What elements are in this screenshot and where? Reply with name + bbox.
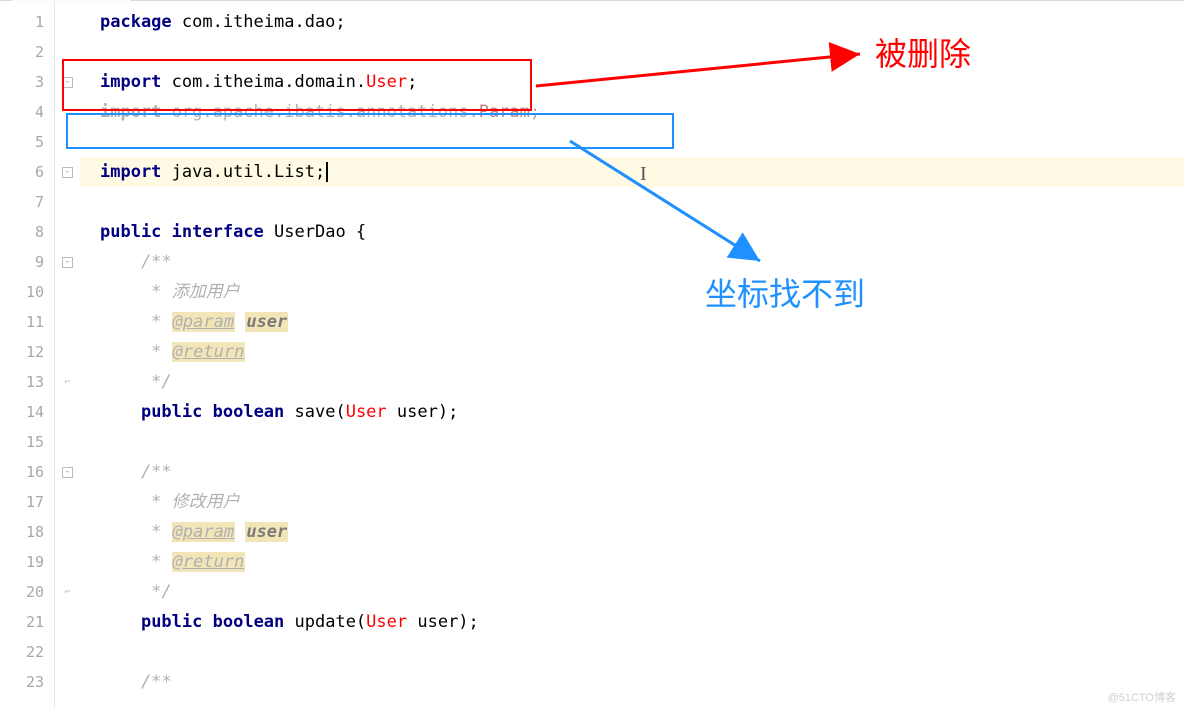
code-line: public interface UserDao { [80, 217, 1184, 247]
code-line: */ [80, 367, 1184, 397]
code-line [80, 127, 1184, 157]
code-line: * @return [80, 337, 1184, 367]
code-line: * @param user [80, 307, 1184, 337]
fold-toggle-icon[interactable]: - [62, 77, 73, 88]
code-line: /** [80, 667, 1184, 697]
fold-gutter: - - - ⌐ - ⌐ [55, 1, 80, 709]
code-line: /** [80, 457, 1184, 487]
code-line: import com.itheima.domain.User; [80, 67, 1184, 97]
annotation-text-deleted: 被删除 [875, 29, 971, 75]
code-area[interactable]: package com.itheima.dao; import com.ithe… [80, 1, 1184, 709]
code-line: public boolean save(User user); [80, 397, 1184, 427]
annotation-text-notfound: 坐标找不到 [705, 269, 865, 315]
code-line [80, 187, 1184, 217]
code-line-current: import java.util.List; [80, 157, 1184, 187]
code-line [80, 637, 1184, 667]
line-number-gutter: 123 456 789 101112 131415 161718 192021 … [0, 1, 55, 709]
code-line: * 添加用户 [80, 277, 1184, 307]
code-line: */ [80, 577, 1184, 607]
fold-toggle-icon[interactable]: - [62, 467, 73, 478]
code-line: import org.apache.ibatis.annotations.Par… [80, 97, 1184, 127]
text-cursor [326, 162, 328, 182]
fold-toggle-icon[interactable]: - [62, 257, 73, 268]
code-editor[interactable]: 123 456 789 101112 131415 161718 192021 … [0, 0, 1184, 709]
code-line: * 修改用户 [80, 487, 1184, 517]
code-line: * @param user [80, 517, 1184, 547]
code-line: public boolean update(User user); [80, 607, 1184, 637]
code-line [80, 427, 1184, 457]
text-caret-icon: I [640, 163, 647, 186]
fold-end-icon: - [62, 167, 73, 178]
watermark: @51CTO博客 [1108, 689, 1176, 705]
code-line: * @return [80, 547, 1184, 577]
code-line: package com.itheima.dao; [80, 7, 1184, 37]
code-line [80, 37, 1184, 67]
code-line: /** [80, 247, 1184, 277]
